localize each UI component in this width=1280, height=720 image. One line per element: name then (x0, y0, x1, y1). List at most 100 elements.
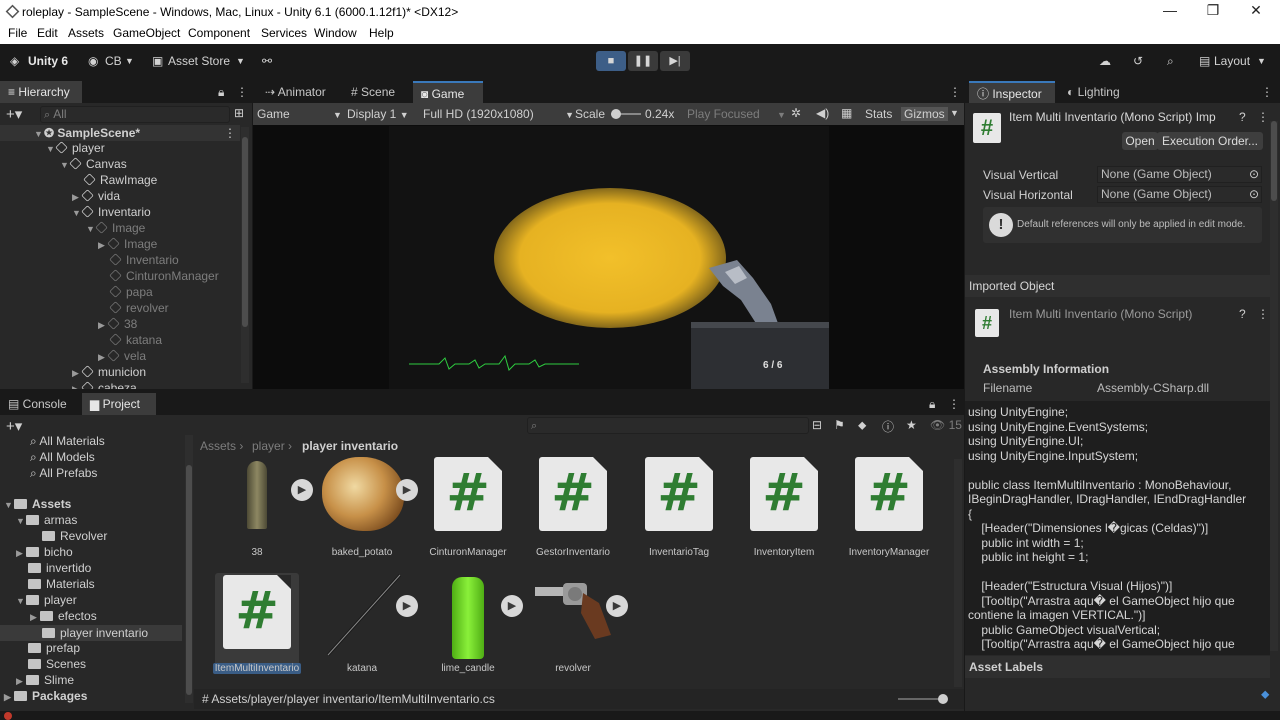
expand-icon[interactable]: ▶ (396, 595, 418, 617)
visual-vertical-field[interactable]: None (Game Object) (1097, 166, 1262, 183)
project-search-input[interactable]: ⌕ (527, 417, 809, 434)
hierarchy-item[interactable]: Inventario (109, 253, 179, 267)
more-options-icon[interactable]: ⋮ (236, 85, 248, 99)
tree-item[interactable]: ▼ player (16, 593, 77, 607)
lock-icon[interactable]: 🔒︎ (218, 85, 224, 100)
menu-services[interactable]: Services (261, 26, 307, 40)
menu-help[interactable]: Help (369, 26, 394, 40)
hierarchy-item[interactable]: revolver (109, 301, 169, 315)
scene-row[interactable]: ▼✪ SampleScene* ⋮ (0, 125, 240, 141)
menu-assets[interactable]: Assets (68, 26, 104, 40)
tree-item[interactable]: Scenes (28, 657, 86, 671)
step-button[interactable]: ▶| (660, 51, 690, 71)
history-icon[interactable]: ↺ (1133, 54, 1143, 68)
zoom-slider[interactable] (898, 694, 948, 704)
expand-icon[interactable]: ▶ (396, 479, 418, 501)
tree-item[interactable]: Revolver (42, 529, 107, 543)
display-dropdown[interactable]: Display 1 ▼ (347, 107, 409, 121)
maximize-button[interactable]: ❐ (1203, 2, 1223, 20)
open-button[interactable]: Open (1122, 132, 1158, 150)
hierarchy-item[interactable]: RawImage (83, 173, 157, 187)
hierarchy-item[interactable]: ▶ vida (72, 189, 120, 203)
bug-icon[interactable]: ✲ (791, 106, 801, 120)
tab-lighting[interactable]: ◐ Lighting (1059, 81, 1128, 103)
asset-tile-katana[interactable]: katana (312, 573, 412, 693)
chevron-down-icon[interactable]: ▼ (950, 108, 959, 118)
lock-icon[interactable]: 🔒︎ (929, 397, 935, 412)
hierarchy-item[interactable]: ▶ vela (98, 349, 146, 363)
star-icon[interactable]: ★ (906, 418, 917, 432)
inspector-scrollbar[interactable] (1270, 121, 1278, 651)
hierarchy-item[interactable]: ▼ player (46, 141, 105, 155)
tree-item[interactable]: ▶ Slime (16, 673, 74, 687)
asset-tile-cinturonmanager[interactable]: # CinturonManager (418, 457, 518, 577)
minimize-button[interactable]: — (1160, 2, 1180, 20)
game-mode-dropdown[interactable]: Game ▼ (257, 107, 342, 121)
search-icon[interactable]: ⌕ (1167, 54, 1174, 69)
breadcrumb-item[interactable]: player › (252, 439, 292, 453)
more-options-icon[interactable]: ⋮ (1257, 307, 1269, 321)
menu-edit[interactable]: Edit (37, 26, 58, 40)
favorite-item[interactable]: ⌕ All Prefabs (30, 466, 97, 481)
tab-project[interactable]: ▆ Project (82, 393, 156, 415)
tree-item[interactable]: ▶ efectos (30, 609, 97, 623)
asset-tile-inventariotag[interactable]: # InventarioTag (629, 457, 729, 577)
unity-version-button[interactable]: Unity 6 (28, 54, 68, 68)
hierarchy-item[interactable]: ▼ Image (86, 221, 145, 235)
cloud-icon[interactable]: ☁ (1099, 54, 1111, 68)
play-focused-dropdown[interactable]: Play Focused ▼ (687, 107, 786, 121)
asset-tile-inventorymanager[interactable]: # InventoryManager (839, 457, 939, 577)
keyboard-icon[interactable]: ▦ (841, 106, 852, 120)
more-options-icon[interactable]: ⋮ (949, 85, 961, 99)
error-icon[interactable] (4, 712, 12, 720)
tree-scrollbar[interactable] (185, 435, 193, 703)
grid-scrollbar[interactable] (954, 459, 962, 687)
search-by-type-icon[interactable]: ⊟ (812, 418, 822, 432)
hierarchy-item[interactable]: ▶ cabeza (72, 381, 137, 389)
version-control-icon[interactable]: ⚯ (262, 54, 272, 68)
asset-tile-revolver[interactable]: revolver (523, 573, 623, 693)
tab-game[interactable]: ◙ Game (413, 81, 483, 103)
asset-labels-header[interactable]: Asset Labels (965, 656, 1270, 678)
hierarchy-search-input[interactable]: ⌕ All (40, 106, 230, 123)
tree-item[interactable]: prefap (28, 641, 80, 655)
tab-inspector[interactable]: ⓘ Inspector (969, 81, 1055, 103)
tree-item[interactable]: Materials (28, 577, 95, 591)
expand-icon[interactable]: ▶ (501, 595, 523, 617)
menu-gameobject[interactable]: GameObject (113, 26, 180, 40)
hierarchy-item[interactable]: CinturonManager (109, 269, 219, 283)
tag-icon[interactable]: ⬥ (858, 418, 866, 433)
more-options-icon[interactable]: ⋮ (1257, 110, 1269, 124)
stats-button[interactable]: Stats (865, 107, 892, 121)
hierarchy-scrollbar[interactable] (241, 127, 249, 383)
tree-item[interactable]: ▶ bicho (16, 545, 73, 559)
pause-button[interactable]: ❚❚ (628, 51, 658, 71)
search-by-label-icon[interactable]: ⚑ (834, 418, 845, 432)
tree-item-selected[interactable]: player inventario (0, 625, 182, 641)
expand-icon[interactable]: ▶ (291, 479, 313, 501)
hierarchy-item[interactable]: ▼ Canvas (60, 157, 127, 171)
tab-hierarchy[interactable]: ≡ Hierarchy (0, 81, 82, 103)
hierarchy-item[interactable]: ▶ Image (98, 237, 157, 251)
asset-tile-inventoryitem[interactable]: # InventoryItem (734, 457, 834, 577)
menu-window[interactable]: Window (314, 26, 357, 40)
help-icon[interactable]: ? (1239, 307, 1246, 321)
warning-filter-icon[interactable]: ⓘ (882, 418, 894, 435)
layout-button[interactable]: Layout (1214, 54, 1250, 68)
asset-tile-baked-potato[interactable]: baked_potato (312, 457, 412, 577)
hierarchy-item[interactable]: ▼ Inventario (72, 205, 151, 219)
more-options-icon[interactable]: ⋮ (1261, 85, 1273, 99)
add-icon[interactable]: +▾ (6, 105, 22, 123)
menu-file[interactable]: File (8, 26, 27, 40)
execution-order-button[interactable]: Execution Order... (1157, 132, 1263, 150)
help-icon[interactable]: ? (1239, 110, 1246, 124)
asset-tile-gestorinventario[interactable]: # GestorInventario (523, 457, 623, 577)
object-picker-icon[interactable]: ⊙ (1249, 187, 1259, 201)
tab-animator[interactable]: ⇢ Animator (257, 81, 334, 103)
tab-scene[interactable]: # Scene (343, 81, 403, 103)
tree-item-assets[interactable]: ▼ Assets (4, 497, 71, 511)
hierarchy-item[interactable]: ▶ municion (72, 365, 146, 379)
hierarchy-item[interactable]: papa (109, 285, 153, 299)
expand-icon[interactable]: ▶ (606, 595, 628, 617)
resolution-dropdown[interactable]: Full HD (1920x1080) ▼ (423, 107, 574, 121)
